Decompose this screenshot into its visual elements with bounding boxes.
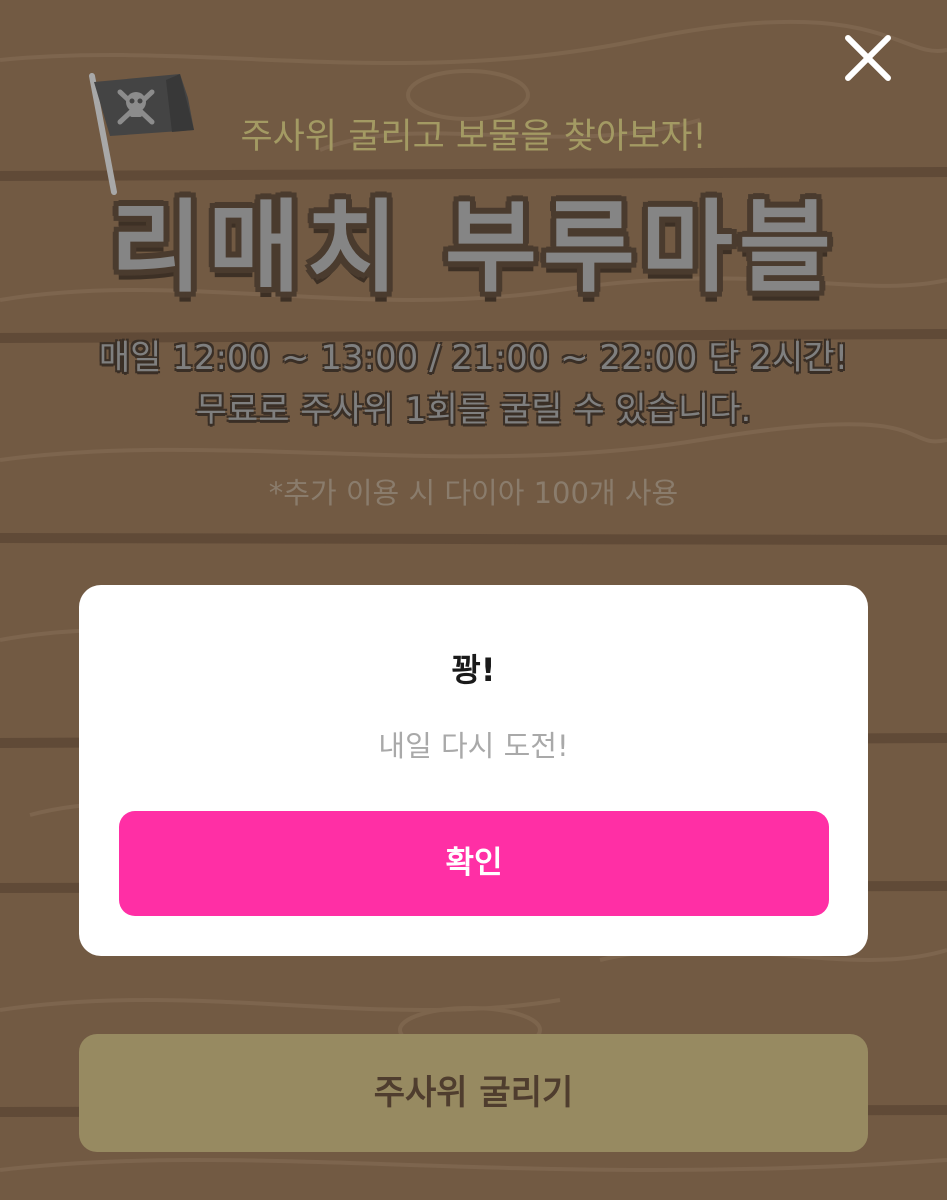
- result-modal: 꽝! 내일 다시 도전! 확인: [79, 585, 868, 956]
- confirm-button[interactable]: 확인: [119, 811, 829, 916]
- diamond-cost-note: *추가 이용 시 다이아 100개 사용: [268, 476, 679, 510]
- free-roll-text: 무료로 주사위 1회를 굴릴 수 있습니다.: [195, 390, 752, 430]
- event-subtitle: 주사위 굴리고 보물을 찾아보자!: [240, 117, 707, 157]
- modal-title: 꽝!: [451, 651, 496, 689]
- schedule-text: 매일 12:00 ~ 13:00 / 21:00 ~ 22:00 단 2시간!: [98, 338, 849, 378]
- modal-message: 내일 다시 도전!: [378, 729, 569, 763]
- close-icon[interactable]: [838, 28, 898, 88]
- roll-dice-button[interactable]: 주사위 굴리기: [79, 1034, 868, 1152]
- event-title: 리매치 부루마블: [110, 189, 837, 306]
- event-screen: 주사위 굴리고 보물을 찾아보자! 리매치 부루마블 매일 12:00 ~ 13…: [0, 0, 947, 1200]
